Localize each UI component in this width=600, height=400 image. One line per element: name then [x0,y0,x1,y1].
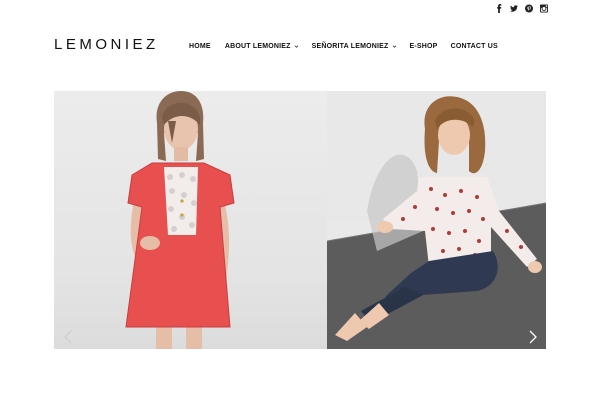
girl-red-dress-photo [54,91,327,349]
facebook-icon[interactable] [495,4,503,13]
nav-item-contact[interactable]: CONTACT US [451,43,498,50]
chevron-down-icon [294,44,299,49]
pinterest-icon[interactable] [525,4,533,13]
hero-slider[interactable] [54,91,546,349]
instagram-icon[interactable] [540,4,548,13]
nav-item-senorita[interactable]: SEÑORITA LEMONIEZ [312,43,397,50]
twitter-icon[interactable] [510,4,518,13]
chevron-left-icon [63,330,73,344]
nav-item-home[interactable]: HOME [189,43,211,50]
nav-item-about[interactable]: ABOUT LEMONIEZ [225,43,299,50]
nav-item-label: E-SHOP [409,43,438,50]
girl-patterned-shirt-jeans-photo [327,91,546,349]
nav-item-eshop[interactable]: E-SHOP [410,43,438,50]
nav-item-label: CONTACT US [450,43,498,50]
chevron-right-icon [528,330,538,344]
nav-item-label: HOME [189,43,211,50]
nav-item-label: SEÑORITA LEMONIEZ [311,43,389,50]
chevron-down-icon [392,44,397,49]
social-icons [495,4,548,13]
slider-prev-button[interactable] [63,330,73,344]
slider-next-button[interactable] [528,330,538,344]
nav-item-label: ABOUT LEMONIEZ [224,43,291,50]
main-nav: HOME ABOUT LEMONIEZ SEÑORITA LEMONIEZ E-… [189,43,498,50]
brand-logo[interactable]: LEMONIEZ [54,36,159,53]
